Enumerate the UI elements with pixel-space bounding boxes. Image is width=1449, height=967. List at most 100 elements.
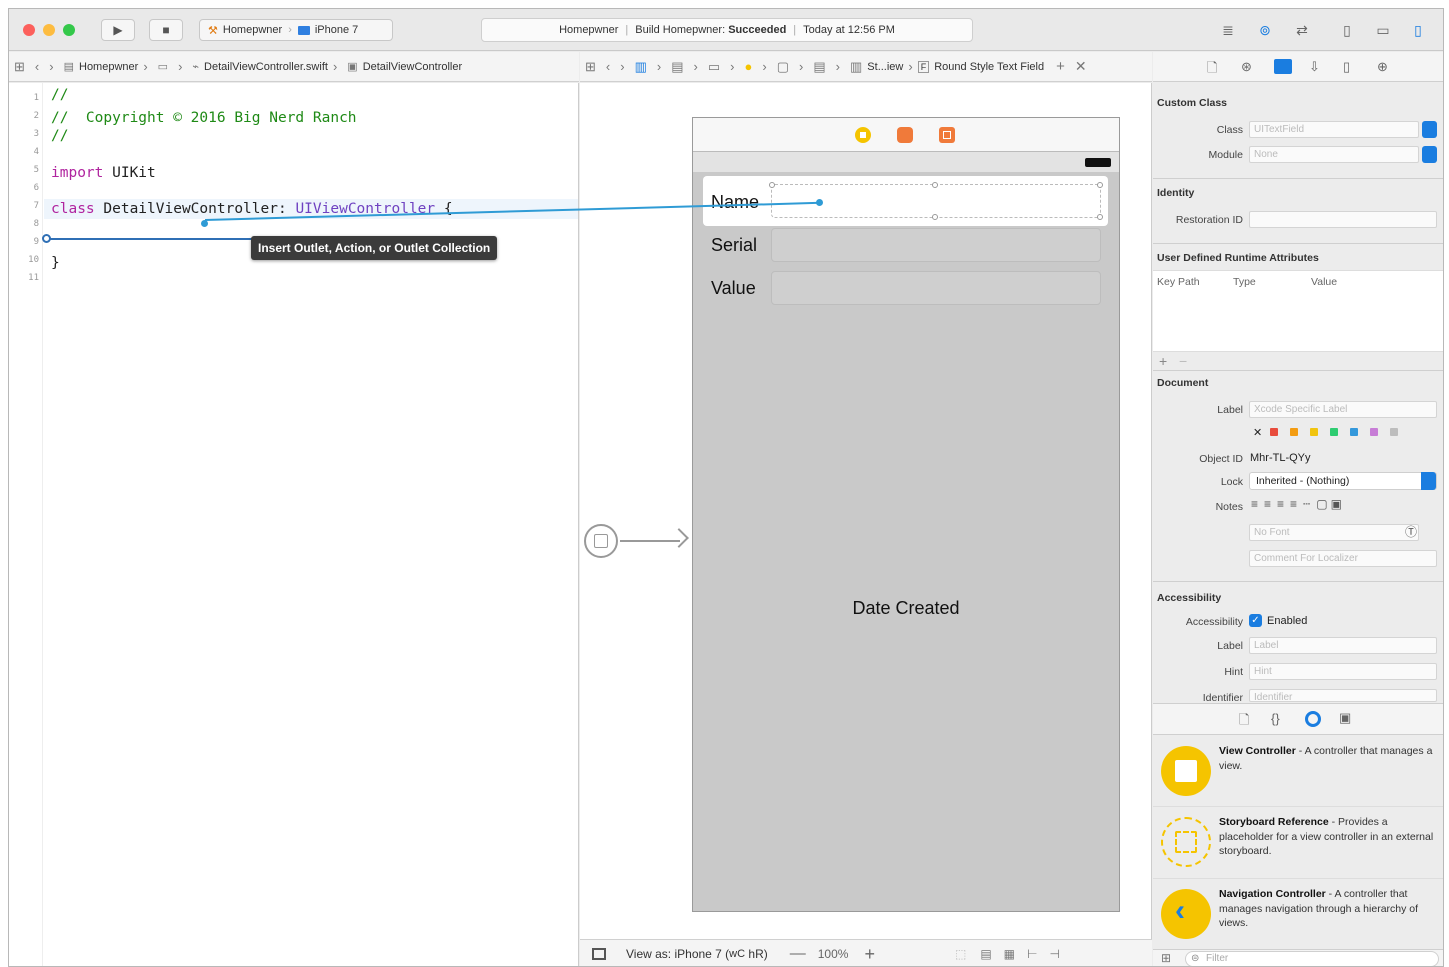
view-as-label[interactable]: View as: iPhone 7 ( <box>626 947 729 961</box>
chevron-right-icon: › <box>835 59 840 74</box>
module-field[interactable]: None <box>1249 146 1419 163</box>
first-responder-icon[interactable] <box>897 127 913 143</box>
identifier-field[interactable]: Identifier <box>1249 689 1437 702</box>
restoration-id-field[interactable] <box>1249 211 1437 228</box>
quick-help-icon[interactable]: ⊛ <box>1241 59 1252 75</box>
version-editor-icon[interactable]: ⇄ <box>1291 21 1313 39</box>
back-icon[interactable]: ‹ <box>606 59 610 74</box>
close-window-button[interactable] <box>23 24 35 36</box>
chevron-right-icon: › <box>908 59 913 74</box>
size-class-height[interactable]: hR) <box>748 947 767 961</box>
label-color-swatches[interactable]: ✕ <box>1253 426 1410 439</box>
document-label-field[interactable]: Xcode Specific Label <box>1249 401 1437 418</box>
swatch-blue[interactable] <box>1350 428 1359 436</box>
font-field[interactable]: No Font <box>1249 524 1419 541</box>
jump-class[interactable]: DetailViewController <box>363 61 462 73</box>
runtime-attributes-table[interactable]: Key Path Type Value <box>1153 270 1443 352</box>
close-editor-icon[interactable]: ✕ <box>1075 58 1087 75</box>
serial-text-field[interactable] <box>771 228 1101 262</box>
related-items-icon[interactable]: ⊞ <box>585 59 596 75</box>
swatch-gray[interactable] <box>1390 428 1399 436</box>
chevron-right-icon: › <box>799 59 804 74</box>
back-icon[interactable]: ‹ <box>35 59 39 74</box>
swatch-orange[interactable] <box>1290 428 1299 436</box>
forward-icon[interactable]: › <box>49 59 53 74</box>
lock-select[interactable]: Inherited - (Nothing) <box>1249 472 1437 490</box>
related-items-icon[interactable]: ⊞ <box>14 59 25 75</box>
code-snippet-library-icon[interactable]: {} <box>1271 711 1280 726</box>
scheme-device[interactable]: iPhone 7 <box>315 24 358 36</box>
comment-field[interactable]: Comment For Localizer <box>1249 550 1437 567</box>
hint-field[interactable]: Hint <box>1249 663 1437 680</box>
media-library-icon[interactable]: ▣ <box>1339 710 1351 726</box>
jump-project[interactable]: Homepwner <box>79 61 138 73</box>
minimize-window-button[interactable] <box>43 24 55 36</box>
swatch-purple[interactable] <box>1370 428 1379 436</box>
notes-alignment-controls[interactable]: ≡≡≡≡┄▢▣ <box>1251 497 1345 511</box>
add-editor-icon[interactable]: + <box>1056 58 1065 75</box>
entry-arrow-head <box>669 528 689 548</box>
standard-editor-icon[interactable]: ≣ <box>1217 21 1239 39</box>
accessibility-label-field[interactable]: Label <box>1249 637 1437 654</box>
utilities-toggle-icon[interactable]: ▯ <box>1407 21 1429 39</box>
font-picker-icon[interactable]: Ⓣ <box>1405 523 1417 540</box>
library-filter-field[interactable]: ⊜ Filter <box>1185 951 1439 966</box>
module-dropdown-button[interactable] <box>1422 146 1437 163</box>
view-controller-icon <box>1161 746 1211 796</box>
library-item-navigation-controller[interactable]: ‹ Navigation Controller - A controller t… <box>1153 879 1443 949</box>
stop-button[interactable]: ■ <box>149 19 183 41</box>
text-field-icon: F <box>917 60 930 73</box>
swatch-yellow[interactable] <box>1310 428 1319 436</box>
size-class-width[interactable]: wC <box>729 948 745 960</box>
swatch-green[interactable] <box>1330 428 1339 436</box>
initial-view-controller-icon[interactable] <box>584 524 618 558</box>
size-inspector-icon[interactable]: ▯ <box>1343 59 1350 75</box>
zoom-in-icon[interactable]: + <box>864 944 875 965</box>
attributes-inspector-icon[interactable]: ⇩ <box>1309 59 1320 75</box>
navigator-toggle-icon[interactable]: ▯ <box>1336 21 1358 39</box>
align-icon[interactable]: ▦ <box>1004 947 1015 961</box>
play-icon: ▶ <box>113 23 123 37</box>
jump-file[interactable]: DetailViewController.swift <box>204 61 328 73</box>
detail-view-controller-scene[interactable]: Name Serial Value Date Created <box>692 117 1120 912</box>
clear-color-icon[interactable]: ✕ <box>1253 427 1262 439</box>
identity-title: Identity <box>1157 187 1195 199</box>
object-id-label: Object ID <box>1199 453 1243 465</box>
identity-inspector-icon[interactable] <box>1274 59 1292 74</box>
view-controller-icon[interactable] <box>855 127 871 143</box>
swatch-red[interactable] <box>1270 428 1279 436</box>
object-library-icon[interactable] <box>1305 711 1321 727</box>
update-frames-icon[interactable]: ⬚ <box>955 947 966 961</box>
library-item-view-controller[interactable]: View Controller - A controller that mana… <box>1153 736 1443 806</box>
pin-icon[interactable]: ⊢ <box>1027 947 1037 961</box>
class-field[interactable]: UITextField <box>1249 121 1419 138</box>
debug-area-toggle-icon[interactable]: ▭ <box>1372 21 1394 39</box>
status-bar <box>693 152 1119 172</box>
exit-icon[interactable] <box>939 127 955 143</box>
file-template-library-icon[interactable]: 🗋 <box>1239 711 1249 733</box>
assistant-editor-icon[interactable]: ⊚ <box>1254 21 1276 39</box>
scheme-selector[interactable]: ⚒ Homepwner › iPhone 7 <box>199 19 393 41</box>
accessibility-enabled-checkbox[interactable]: ✓ <box>1249 614 1262 627</box>
library-item-storyboard-reference[interactable]: Storyboard Reference - Provides a placeh… <box>1153 807 1443 877</box>
accessibility-label: Accessibility <box>1185 616 1243 628</box>
class-dropdown-button[interactable] <box>1422 121 1437 138</box>
value-text-field[interactable] <box>771 271 1101 305</box>
connection-endpoint <box>816 199 823 206</box>
view-icon: ▢ <box>776 58 790 74</box>
accessibility-label-placeholder: Label <box>1254 640 1279 651</box>
remove-attribute-icon[interactable]: − <box>1179 353 1187 369</box>
resolve-icon[interactable]: ⊣ <box>1049 947 1059 961</box>
file-inspector-icon[interactable]: 🗋 <box>1207 59 1217 81</box>
stack-icon[interactable]: ▤ <box>980 947 991 961</box>
zoom-out-icon[interactable]: — <box>790 945 806 963</box>
jump-stack-view[interactable]: St...iew <box>867 61 903 73</box>
jump-text-field[interactable]: Round Style Text Field <box>934 61 1044 73</box>
add-attribute-icon[interactable]: + <box>1159 353 1167 369</box>
forward-icon[interactable]: › <box>620 59 624 74</box>
run-button[interactable]: ▶ <box>101 19 135 41</box>
document-outline-toggle-icon[interactable] <box>592 948 606 960</box>
zoom-window-button[interactable] <box>63 24 75 36</box>
connections-inspector-icon[interactable]: ⊕ <box>1377 59 1388 75</box>
grid-view-icon[interactable]: ⊞ <box>1161 951 1171 965</box>
